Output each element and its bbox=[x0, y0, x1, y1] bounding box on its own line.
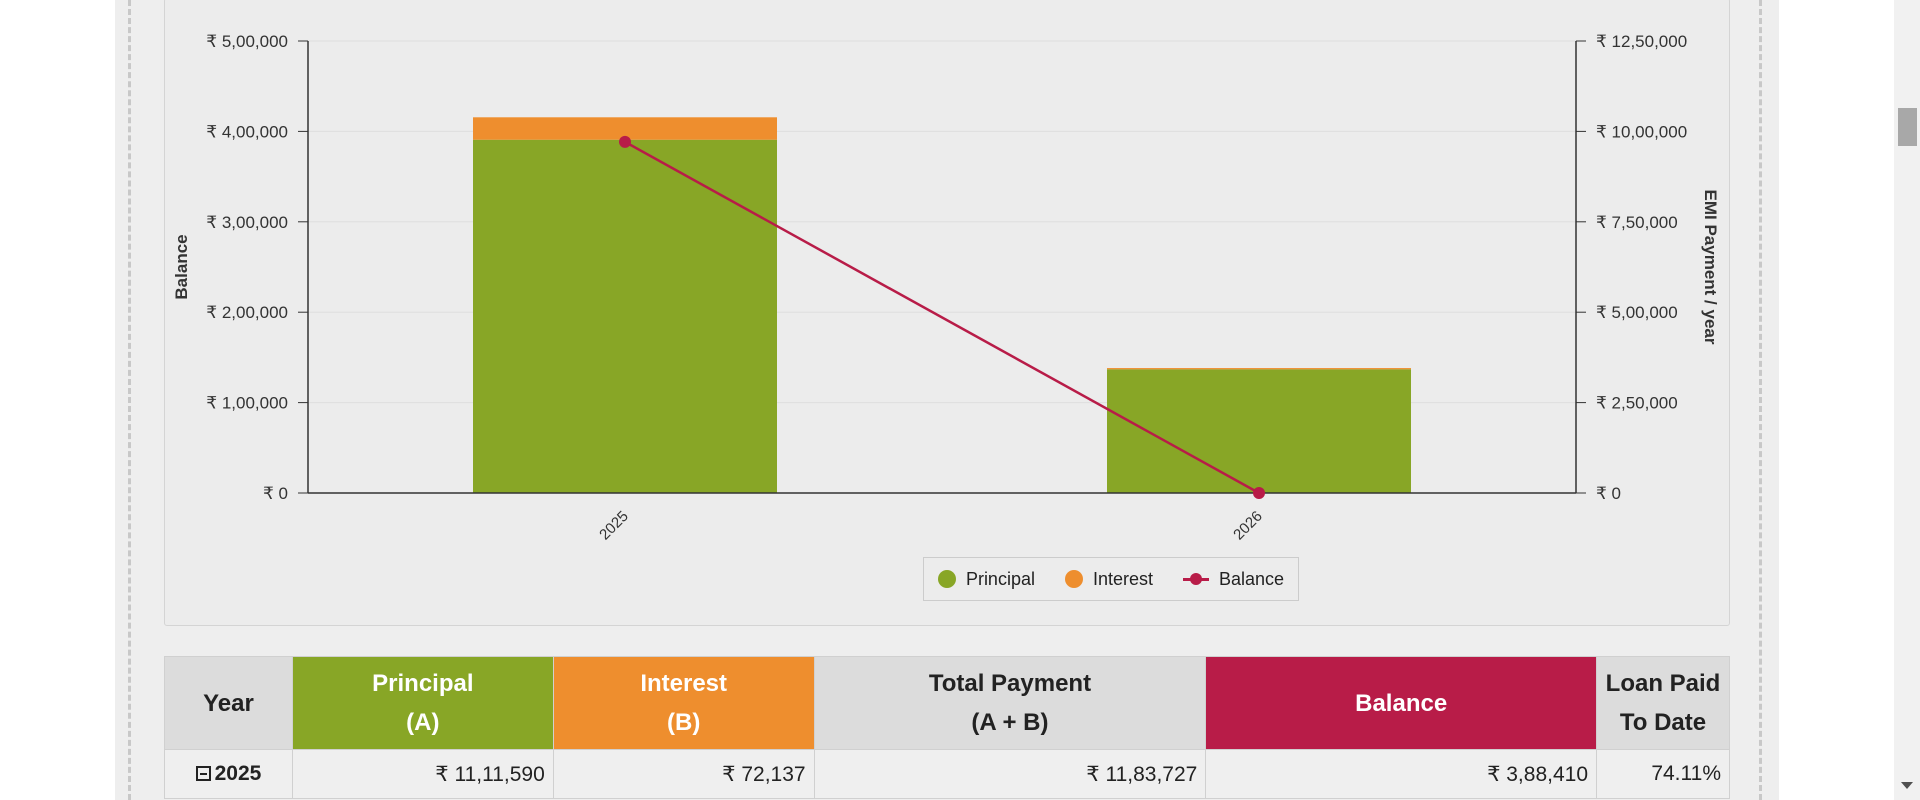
balance-cell: ₹ 3,88,410 bbox=[1205, 749, 1598, 799]
right-axis-tick-label: ₹ 7,50,000 bbox=[1596, 213, 1678, 232]
interest-bar bbox=[1107, 368, 1411, 370]
right-axis-title: EMI Payment / year bbox=[1701, 190, 1720, 345]
header-total-payment: Total Payment (A + B) bbox=[813, 656, 1207, 750]
dashed-border-right bbox=[1759, 0, 1762, 800]
principal-bar bbox=[473, 139, 777, 493]
left-axis-tick-label: ₹ 3,00,000 bbox=[206, 213, 288, 232]
legend-label-balance: Balance bbox=[1219, 568, 1285, 589]
interest-legend-icon bbox=[1064, 570, 1083, 588]
payment-schedule-table: Year Principal (A) Interest (B) Total Paym… bbox=[164, 656, 1730, 799]
header-interest: Interest (B) bbox=[552, 656, 815, 750]
right-axis-tick-label: ₹ 12,50,000 bbox=[1596, 32, 1687, 51]
balance-legend-icon bbox=[1183, 570, 1209, 588]
collapse-icon[interactable] bbox=[195, 766, 211, 781]
left-axis-tick-label: ₹ 4,00,000 bbox=[206, 122, 288, 141]
dashed-border-left bbox=[128, 0, 131, 800]
table-header-row: Year Principal (A) Interest (B) Total Paym… bbox=[164, 656, 1730, 750]
balance-point bbox=[619, 135, 631, 148]
right-axis-tick-label: ₹ 0 bbox=[1596, 484, 1621, 503]
x-axis-tick-label: 2025 bbox=[596, 508, 632, 544]
total-payment-cell: ₹ 11,83,727 bbox=[813, 749, 1207, 799]
year-cell[interactable]: 2025 bbox=[164, 749, 293, 799]
legend-item-interest[interactable]: Interest bbox=[1064, 568, 1153, 590]
legend-item-principal[interactable]: Principal bbox=[937, 568, 1035, 590]
chart-svg: ₹ 0 ₹ 0 ₹ 1,00,000 ₹ 2,50,000 ₹ 2,00,000 ₹ 5,… bbox=[172, 32, 1720, 544]
chart-legend: Principal Interest Balance bbox=[923, 557, 1299, 601]
legend-label-principal: Principal bbox=[965, 568, 1035, 589]
principal-cell: ₹ 11,11,590 bbox=[291, 749, 554, 799]
principal-legend-icon bbox=[937, 570, 956, 588]
header-loan-paid: Loan Paid To Date bbox=[1596, 656, 1730, 750]
balance-point bbox=[1253, 487, 1265, 499]
table-row: 2025 ₹ 11,11,590 ₹ 72,137 ₹ 11,83,727 ₹ … bbox=[164, 749, 1730, 799]
left-axis-title: Balance bbox=[172, 234, 191, 299]
right-axis-tick-label: ₹ 10,00,000 bbox=[1596, 122, 1687, 141]
header-balance: Balance bbox=[1205, 656, 1598, 750]
header-principal: Principal (A) bbox=[291, 656, 554, 750]
scroll-down-arrow-icon[interactable] bbox=[1901, 782, 1913, 789]
left-axis-tick-label: ₹ 0 bbox=[263, 484, 288, 503]
legend-label-interest: Interest bbox=[1092, 568, 1153, 589]
header-year: Year bbox=[164, 656, 293, 750]
legend-item-balance[interactable]: Balance bbox=[1183, 569, 1284, 590]
scrollbar-thumb[interactable] bbox=[1898, 108, 1917, 146]
chart-container: ₹ 0 ₹ 0 ₹ 1,00,000 ₹ 2,50,000 ₹ 2,00,000 ₹ 5,… bbox=[164, 0, 1730, 626]
principal-bar bbox=[1107, 369, 1411, 493]
interest-cell: ₹ 72,137 bbox=[552, 749, 815, 799]
left-axis-tick-label: ₹ 5,00,000 bbox=[206, 32, 288, 51]
right-axis-tick-label: ₹ 5,00,000 bbox=[1596, 303, 1678, 322]
right-axis-tick-label: ₹ 2,50,000 bbox=[1596, 394, 1678, 413]
left-axis-tick-label: ₹ 1,00,000 bbox=[206, 394, 288, 413]
x-axis-tick-label: 2026 bbox=[1230, 508, 1266, 544]
left-axis-tick-label: ₹ 2,00,000 bbox=[206, 303, 288, 322]
loan-paid-cell: 74.11% bbox=[1596, 749, 1730, 799]
